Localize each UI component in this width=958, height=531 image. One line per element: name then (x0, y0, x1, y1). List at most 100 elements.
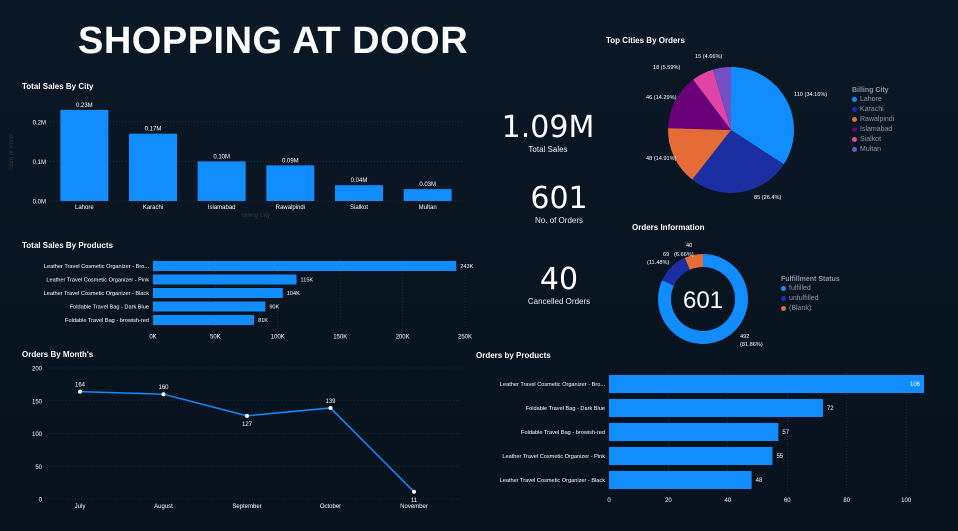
fulfillment-legend: Fulfillment Status fulfilled unfulfilled (… (781, 276, 840, 313)
legend-item[interactable]: unfulfilled (781, 293, 840, 303)
x-tick-label: September (232, 504, 261, 510)
bar (129, 133, 177, 201)
data-label: 55 (776, 454, 783, 460)
bar (609, 471, 752, 489)
bar (609, 375, 924, 393)
legend-marker (852, 96, 857, 102)
x-tick-label: 40 (725, 498, 732, 504)
bar (266, 165, 315, 201)
x-tick-label: 200K (396, 335, 410, 341)
legend-marker (852, 146, 857, 152)
legend-marker (852, 106, 857, 112)
legend-item[interactable]: Multan (852, 144, 894, 154)
orders-by-products-title: Orders by Products (476, 351, 551, 360)
x-tick-label: July (75, 504, 86, 510)
data-label: (11.48%) (647, 260, 669, 266)
y-axis-label: Sum of Price (9, 134, 15, 169)
legend-label: (Blank) (789, 304, 812, 312)
x-tick-label: Multan (419, 205, 437, 211)
orders-by-month-title: Orders By Month's (22, 350, 94, 359)
x-tick-label: Sialkot (350, 205, 368, 211)
data-label: 46 (14.29%) (646, 95, 677, 101)
data-label: 492 (740, 334, 749, 340)
data-label: 164 (75, 383, 86, 389)
series-line (79, 390, 415, 493)
legend-label: Karachi (860, 105, 884, 113)
y-tick-label: 0.0M (33, 200, 46, 206)
legend-marker (781, 285, 786, 291)
x-tick-label: Lahore (75, 205, 94, 211)
legend-marker (852, 116, 857, 122)
x-tick-label: 150K (333, 335, 347, 341)
data-label: 85 (26.4%) (754, 195, 781, 201)
x-axis-label: Billing City (242, 213, 270, 219)
data-label: (6.66%) (674, 252, 694, 258)
x-tick-label: 0K (149, 335, 156, 341)
bar (153, 301, 266, 312)
y-tick-label: Leather Travel Cosmetic Organizer - Bro.… (500, 382, 606, 388)
legend-item[interactable]: fulfilled (781, 283, 840, 293)
data-label: 139 (325, 399, 336, 405)
legend-label: Rawalpindi (860, 115, 895, 123)
data-label: 57 (782, 430, 789, 436)
dashboard-title: SHOPPING AT DOOR (78, 20, 469, 62)
x-tick-label: 100 (901, 498, 912, 504)
x-tick-label: Islamabad (208, 205, 236, 211)
x-tick-label: Rawalpindi (276, 205, 305, 211)
y-tick-label: Leather Travel Cosmetic Organizer - Blac… (44, 291, 150, 297)
y-tick-label: 50 (35, 465, 42, 471)
legend-item[interactable]: Rawalpindi (852, 114, 894, 124)
legend-item[interactable]: Karachi (852, 104, 894, 114)
data-label: 0.10M (213, 154, 230, 160)
data-label: 160 (158, 385, 169, 391)
data-label: 15 (4.66%) (695, 54, 722, 60)
y-tick-label: 150 (32, 399, 43, 405)
data-label: 106 (910, 382, 921, 388)
data-point (78, 389, 82, 394)
bar (609, 399, 823, 417)
kpi-total-sales-value: 1.09M (501, 110, 595, 145)
legend-item[interactable]: Lahore (852, 94, 894, 104)
orders-by-products-chart: 0 20 40 60 80 100 Leather Travel Cosmetic Orga… (500, 373, 924, 504)
legend-item[interactable]: Sialkot (852, 134, 894, 144)
y-tick-label: Foldable Travel Bag - Dark Blue (526, 406, 605, 412)
legend-marker (852, 126, 857, 132)
data-label: 115K (301, 278, 314, 284)
data-label: 127 (242, 422, 253, 428)
legend-label: Sialkot (860, 135, 882, 143)
bar (609, 423, 779, 441)
data-point (161, 392, 166, 397)
kpi-total-sales: 1.09M Total Sales (488, 110, 608, 154)
legend-label: Multan (860, 145, 882, 153)
data-label: 0.23M (76, 103, 93, 109)
top-cities-title: Top Cities By Orders (606, 36, 685, 45)
bar (609, 447, 773, 465)
bar (153, 274, 297, 285)
donut-center-label: 601 (683, 287, 723, 314)
bar (60, 109, 109, 201)
legend-label: fulfilled (789, 284, 811, 292)
bar (153, 315, 255, 325)
x-tick-label: October (320, 504, 341, 510)
x-tick-label: August (154, 504, 173, 510)
bar (153, 261, 457, 271)
y-tick-label: 100 (32, 432, 43, 438)
orders-information-donut-chart: 601 492 (81.86%) 69 (11.48%) 40 (6.66%) (647, 243, 763, 348)
data-label: 18 (5.59%) (653, 65, 680, 71)
data-point (412, 489, 416, 494)
y-tick-label: Leather Travel Cosmetic Organizer - Pink (46, 278, 149, 284)
y-tick-label: 0 (39, 498, 43, 504)
kpi-total-sales-label: Total Sales (528, 145, 568, 154)
data-label: 0.04M (351, 178, 368, 184)
legend-item[interactable]: Islamabad (852, 124, 894, 134)
top-cities-legend-title: Billing City (852, 87, 889, 94)
legend-item[interactable]: (Blank) (781, 303, 840, 313)
x-tick-label: 80 (843, 498, 850, 504)
top-cities-legend: Billing City Lahore Karachi Rawalpindi Isla… (852, 87, 894, 154)
data-label: 0.09M (282, 158, 299, 164)
bar (403, 189, 452, 201)
data-label: 90K (269, 305, 279, 311)
data-label: 110 (34.16%) (794, 92, 827, 98)
kpi-orders-label: No. of Orders (534, 216, 583, 225)
data-label: 48 (756, 478, 763, 484)
